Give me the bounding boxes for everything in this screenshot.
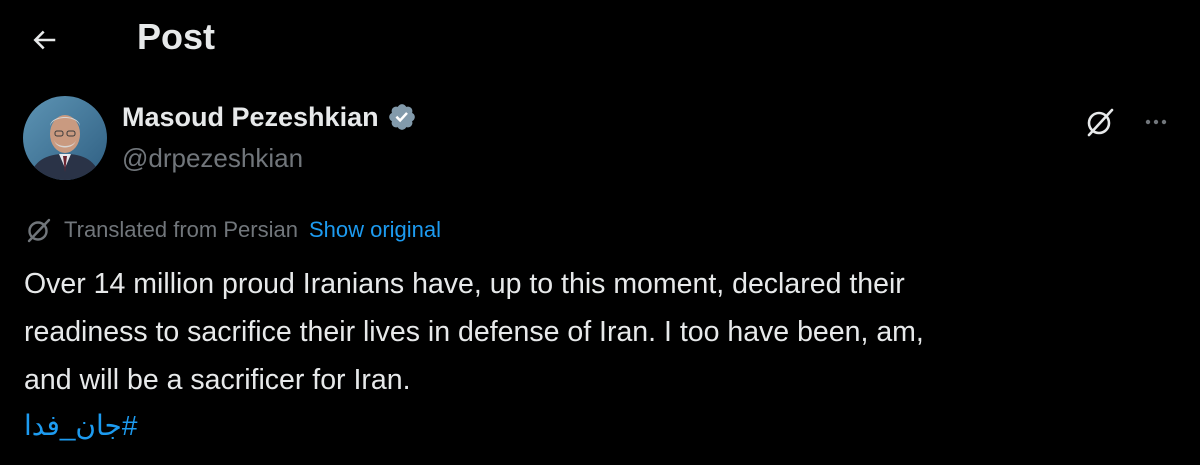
post-header: Post	[0, 0, 1200, 80]
hashtag-link[interactable]: #جان_فدا	[24, 404, 137, 448]
translate-icon	[24, 215, 54, 245]
show-original-link[interactable]: Show original	[309, 215, 441, 245]
avatar[interactable]	[23, 96, 107, 180]
grok-button[interactable]	[1080, 102, 1120, 142]
translation-notice: Translated from Persian Show original	[24, 213, 441, 247]
author-name-link[interactable]: Masoud Pezeshkian	[122, 100, 417, 134]
post-text-line: Over 14 million proud Iranians have, up …	[24, 268, 905, 300]
page-title: Post	[137, 16, 216, 57]
post-text-line: readiness to sacrifice their lives in de…	[24, 316, 924, 348]
verified-badge-icon	[387, 102, 417, 132]
post-text: Over 14 million proud Iranians have, up …	[24, 260, 1184, 404]
arrow-left-icon	[33, 30, 56, 50]
back-button[interactable]	[22, 18, 66, 62]
more-icon	[1145, 119, 1167, 125]
grok-icon	[1087, 108, 1114, 137]
post-text-line: and will be a sacrificer for Iran.	[24, 364, 411, 396]
translated-from-label: Translated from Persian	[64, 217, 298, 242]
more-button[interactable]	[1136, 102, 1176, 142]
author-handle[interactable]: @drpezeshkian	[122, 142, 303, 174]
author-name: Masoud Pezeshkian	[122, 102, 379, 132]
post-author: Masoud Pezeshkian @drpezeshkian	[0, 96, 1200, 186]
